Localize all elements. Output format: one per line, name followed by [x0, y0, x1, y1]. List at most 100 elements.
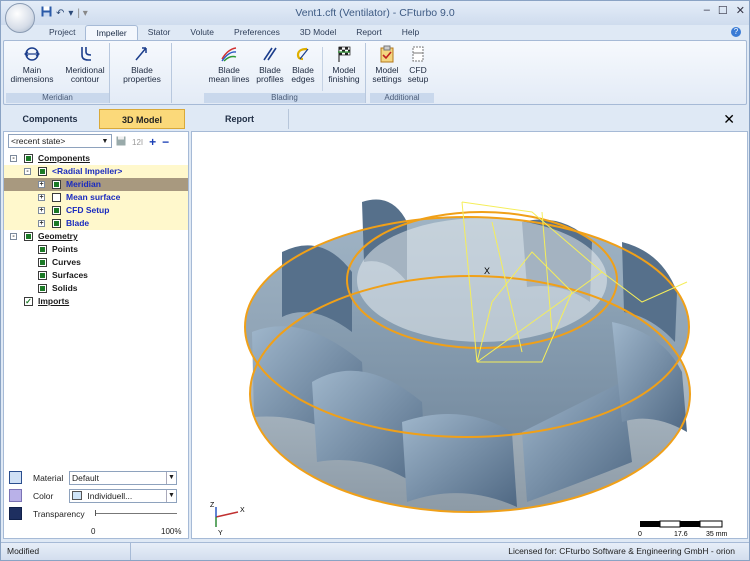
status-modified: Modified	[7, 543, 131, 560]
minimize-icon[interactable]: –	[704, 4, 710, 17]
blade-mean-lines-button[interactable]: Blade mean lines	[206, 45, 252, 84]
blade-profiles-button[interactable]: Blade profiles	[254, 45, 286, 84]
tree-item[interactable]: - Geometry	[4, 230, 188, 243]
tree-checkbox[interactable]	[52, 193, 61, 202]
tree-item[interactable]: + Mean surface	[4, 191, 188, 204]
tree-checkbox[interactable]	[38, 271, 47, 280]
rename-icon[interactable]: 12I	[132, 138, 143, 147]
material-label: Material	[33, 472, 64, 483]
maximize-icon[interactable]: ☐	[718, 4, 728, 17]
app-logo-icon[interactable]	[5, 3, 35, 33]
tree-item-label: Surfaces	[52, 270, 88, 280]
tab-report-panel[interactable]: Report	[191, 109, 289, 129]
help-icon[interactable]: ?	[731, 27, 741, 37]
window-controls: – ☐ ✕	[704, 4, 745, 17]
material-icon	[9, 471, 22, 484]
tree-item-label: Mean surface	[66, 192, 121, 202]
scale-label-0: 0	[638, 531, 642, 538]
tree-checkbox[interactable]	[52, 206, 61, 215]
model-settings-button[interactable]: Model settings	[370, 45, 404, 84]
tree-checkbox[interactable]	[52, 219, 61, 228]
collapse-icon[interactable]: -	[10, 233, 17, 240]
tree-item-label: Meridian	[66, 179, 101, 189]
tree-item-label: Points	[52, 244, 78, 254]
status-license: Licensed for: CFturbo Software & Enginee…	[508, 546, 735, 556]
expand-icon[interactable]: +	[38, 207, 45, 214]
cfd-setup-button[interactable]: CFD setup	[404, 45, 432, 84]
tree-checkbox[interactable]	[38, 284, 47, 293]
tree-item[interactable]: Curves	[4, 256, 188, 269]
tab-3d-model[interactable]: 3D Model	[290, 25, 346, 40]
tree-item[interactable]: + Blade	[4, 217, 188, 230]
panel-tabs: Components 3D Model Report	[3, 109, 747, 129]
model-finishing-label: Model finishing	[328, 65, 360, 84]
expand-icon[interactable]: +	[38, 194, 45, 201]
tree-checkbox[interactable]	[24, 232, 33, 241]
window-title: Vent1.cft (Ventilator) - CFturbo 9.0	[295, 7, 455, 19]
material-row: Material Default ▼	[3, 470, 177, 485]
cfd-setup-label: CFD setup	[407, 65, 429, 84]
tree-checkbox[interactable]	[38, 167, 47, 176]
3d-viewport[interactable]: X X Y Z 0 17.6 35 mm	[191, 131, 748, 539]
tree-item[interactable]: Surfaces	[4, 269, 188, 282]
main-dimensions-button[interactable]: Main dimensions	[10, 45, 54, 84]
close-panel-icon[interactable]: ✕	[723, 111, 735, 128]
tree-item[interactable]: + CFD Setup	[4, 204, 188, 217]
tree-checkbox[interactable]	[52, 180, 61, 189]
impeller-render: X X Y Z 0 17.6 35 mm	[210, 199, 728, 538]
tree-checkbox[interactable]	[24, 154, 33, 163]
blade-properties-button[interactable]: Blade properties	[118, 45, 166, 84]
tab-stator[interactable]: Stator	[138, 25, 181, 40]
color-row: Color Individuell... ▼	[3, 488, 177, 503]
tree-item[interactable]: + Meridian	[4, 178, 188, 191]
meridional-contour-button[interactable]: Meridional contour	[62, 45, 108, 84]
blade-profiles-icon	[263, 47, 277, 61]
title-bar: ↶ ▾ | ▾ Vent1.cft (Ventilator) - CFturbo…	[1, 1, 749, 33]
scale-bar: 0 17.6 35 mm	[638, 520, 728, 538]
tree-checkbox[interactable]	[38, 258, 47, 267]
blade-mean-lines-icon	[221, 47, 237, 62]
blade-edges-button[interactable]: Blade edges	[288, 45, 318, 84]
main-dimensions-icon	[23, 47, 41, 61]
cfd-setup-icon	[412, 46, 424, 62]
collapse-icon[interactable]: -	[10, 155, 17, 162]
blade-edges-label: Blade edges	[291, 65, 315, 84]
blade-mean-lines-label: Blade mean lines	[208, 65, 250, 84]
transparency-slider[interactable]	[95, 510, 177, 516]
tab-impeller[interactable]: Impeller	[85, 25, 138, 40]
tree-item[interactable]: Points	[4, 243, 188, 256]
model-finishing-button[interactable]: Model finishing	[324, 45, 364, 84]
expand-icon[interactable]: +	[38, 181, 45, 188]
collapse-icon[interactable]: -	[24, 168, 31, 175]
close-window-icon[interactable]: ✕	[736, 4, 745, 17]
group-label-blading: Blading	[204, 93, 365, 103]
ribbon-tabs: Project Impeller Stator Volute Preferenc…	[1, 25, 749, 40]
tab-components[interactable]: Components	[3, 109, 97, 129]
add-state-icon[interactable]: +	[149, 135, 156, 149]
tree-item[interactable]: - <Radial Impeller>	[4, 165, 188, 178]
tree-item[interactable]: - Components	[4, 152, 188, 165]
expand-icon[interactable]: +	[38, 220, 45, 227]
tab-report[interactable]: Report	[346, 25, 392, 40]
tree-checkbox[interactable]	[38, 245, 47, 254]
color-label: Color	[33, 490, 54, 501]
save-state-icon[interactable]	[116, 136, 126, 149]
tab-help[interactable]: Help	[392, 25, 429, 40]
blade	[402, 414, 517, 507]
tab-3d-model-panel[interactable]: 3D Model	[99, 109, 185, 129]
group-label-meridian: Meridian	[6, 93, 109, 103]
tab-volute[interactable]: Volute	[180, 25, 224, 40]
tab-project[interactable]: Project	[39, 25, 85, 40]
remove-state-icon[interactable]: −	[162, 135, 169, 149]
state-select[interactable]: <recent state> ▼	[8, 134, 112, 148]
tree-item-label: <Radial Impeller>	[52, 166, 123, 176]
color-select[interactable]: Individuell... ▼	[69, 488, 177, 503]
tree-checkbox[interactable]: ✓	[24, 297, 33, 306]
ribbon-separator	[322, 47, 323, 91]
transparency-icon	[9, 507, 22, 520]
model-finishing-icon	[338, 46, 351, 62]
material-select[interactable]: Default ▼	[69, 470, 177, 485]
tab-preferences[interactable]: Preferences	[224, 25, 290, 40]
tree-item[interactable]: ✓ Imports	[4, 295, 188, 308]
tree-item[interactable]: Solids	[4, 282, 188, 295]
